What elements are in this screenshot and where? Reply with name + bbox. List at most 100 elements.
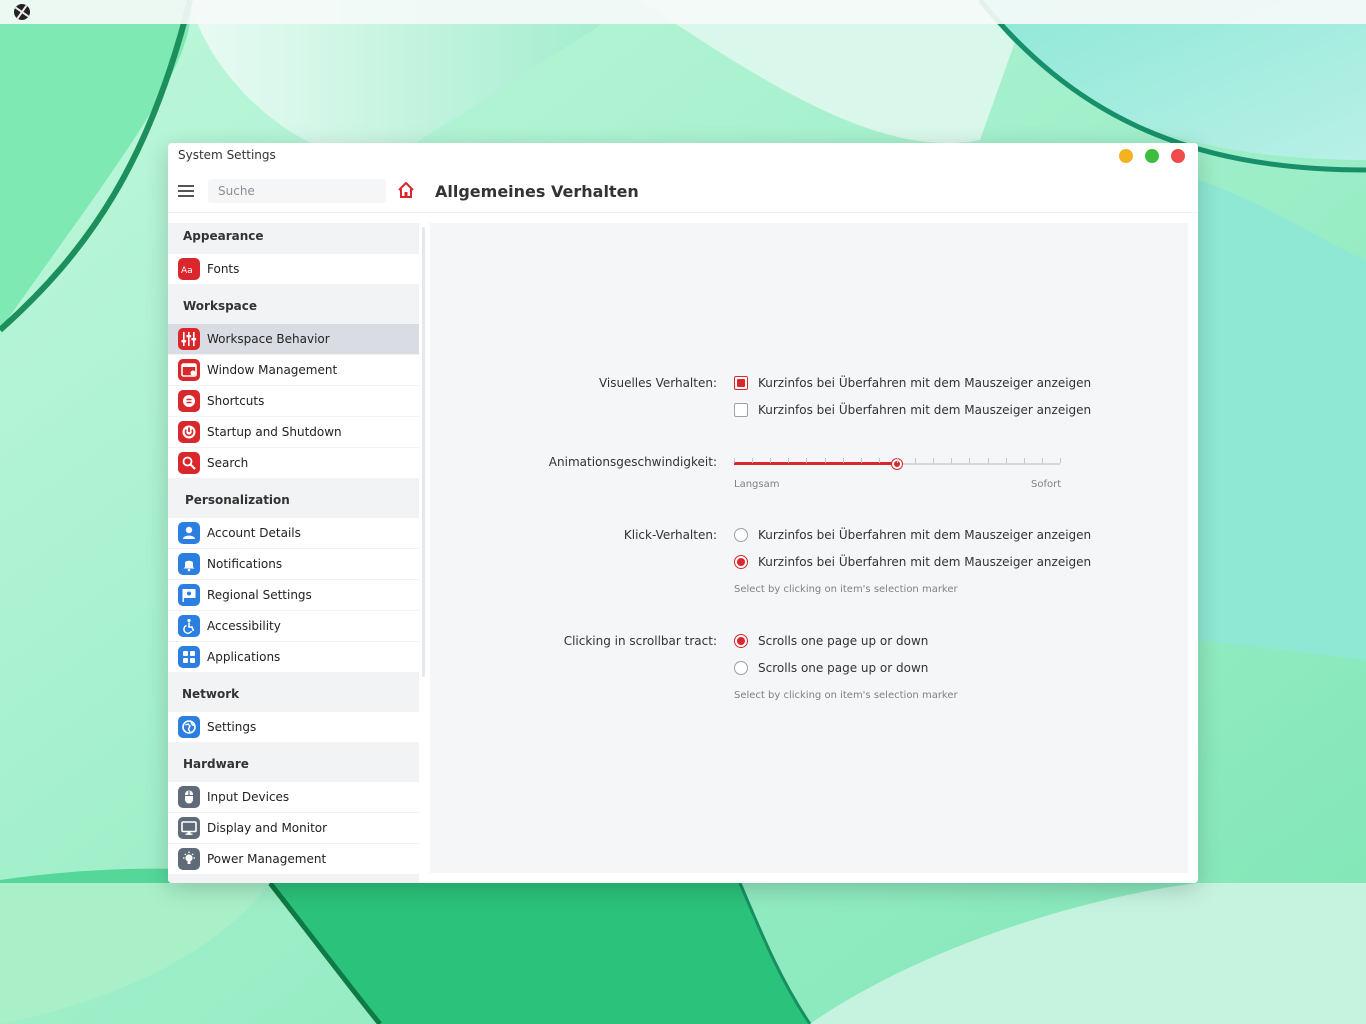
click-option-1[interactable]: Kurzinfos bei Überfahren mit dem Mauszei…	[734, 526, 1091, 544]
slider-tick	[969, 458, 970, 463]
animation-speed-slider[interactable]	[734, 455, 1061, 473]
search-input[interactable]	[208, 179, 386, 203]
scrollbar-option-2[interactable]: Scrolls one page up or down	[734, 659, 934, 677]
sidebar-item-fonts[interactable]: Aa Fonts	[168, 254, 419, 284]
visual-checkbox-2[interactable]	[734, 403, 748, 417]
section-header-personalization: Personalization	[185, 493, 290, 507]
slider-tick	[915, 458, 916, 463]
slider-tick	[1042, 458, 1043, 463]
slider-tick	[843, 458, 844, 463]
home-icon[interactable]	[397, 181, 415, 199]
click-option-2[interactable]: Kurzinfos bei Überfahren mit dem Mauszei…	[734, 553, 1091, 571]
minimize-button[interactable]	[1119, 149, 1133, 163]
flag-icon	[178, 584, 200, 606]
title-bar[interactable]: System Settings	[168, 143, 1198, 169]
sidebar-item-label: Shortcuts	[207, 394, 265, 408]
sidebar-item-window-management[interactable]: Window Management	[168, 355, 419, 385]
slider-max-label: Sofort	[1031, 479, 1062, 490]
sidebar-item-label: Window Management	[207, 363, 338, 377]
sidebar-item-regional-settings[interactable]: Regional Settings	[168, 580, 419, 610]
slider-tick	[806, 458, 807, 463]
slider-tick	[825, 458, 826, 463]
scrollbar-radio-1[interactable]	[734, 634, 748, 648]
slider-tick	[770, 458, 771, 463]
sidebar-item-label: Input Devices	[207, 790, 290, 804]
sidebar-item-label: Settings	[207, 720, 257, 734]
click-radio-2[interactable]	[734, 555, 748, 569]
slider-tick	[788, 458, 789, 463]
accessibility-icon	[178, 615, 200, 637]
power-icon	[178, 421, 200, 443]
toolbar: Allgemeines Verhalten	[168, 169, 1198, 213]
fonts-icon: Aa	[178, 258, 200, 280]
click-hint: Select by clicking on item's selection m…	[734, 584, 958, 595]
visual-option-2[interactable]: Kurzinfos bei Überfahren mit dem Mauszei…	[734, 401, 1091, 419]
svg-text:Aa: Aa	[181, 266, 193, 276]
sliders-icon	[178, 328, 200, 350]
slider-tick	[988, 458, 989, 463]
sidebar-item-label: Applications	[207, 650, 281, 664]
mouse-icon	[178, 786, 200, 808]
section-header-network: Network	[182, 687, 240, 701]
visual-checkbox-1[interactable]	[734, 376, 748, 390]
sidebar-item-workspace-behavior[interactable]: Workspace Behavior	[168, 324, 419, 354]
window-icon	[178, 359, 200, 381]
slider-tick	[1024, 458, 1025, 463]
sidebar-item-account-details[interactable]: Account Details	[168, 518, 419, 548]
sidebar: Appearance Aa Fonts Workspace Workspace …	[168, 223, 419, 883]
settings-content: Visuelles Verhalten: Kurzinfos bei Überf…	[430, 223, 1188, 873]
slider-tick	[879, 458, 880, 463]
scrollbar-radio-2[interactable]	[734, 661, 748, 675]
sidebar-item-notifications[interactable]: Notifications	[168, 549, 419, 579]
top-panel	[0, 0, 1366, 24]
sidebar-item-search[interactable]: Search	[168, 448, 419, 478]
settings-window: System Settings Allgemeines Verhalten Ap…	[168, 143, 1198, 883]
section-header-hardware: Hardware	[183, 757, 249, 771]
scrollbar-option-1-text: Scrolls one page up or down	[758, 634, 929, 648]
click-option-1-text: Kurzinfos bei Überfahren mit dem Mauszei…	[758, 528, 1092, 542]
sidebar-item-accessibility[interactable]: Accessibility	[168, 611, 419, 641]
bell-icon	[178, 553, 200, 575]
sidebar-item-display-monitor[interactable]: Display and Monitor	[168, 813, 419, 843]
sidebar-item-network-settings[interactable]: Settings	[168, 712, 419, 742]
hamburger-menu-icon[interactable]	[178, 185, 194, 197]
section-header-workspace: Workspace	[183, 299, 258, 313]
window-title: System Settings	[178, 148, 276, 162]
monitor-icon	[178, 817, 200, 839]
slider-tick	[951, 458, 952, 463]
sidebar-item-label: Search	[207, 456, 249, 470]
scrollbar-option-1[interactable]: Scrolls one page up or down	[734, 632, 934, 650]
visual-option-1-text: Kurzinfos bei Überfahren mit dem Mauszei…	[758, 376, 1092, 390]
system-menu-icon[interactable]	[14, 4, 30, 20]
sidebar-item-label: Accessibility	[207, 619, 281, 633]
sidebar-scrollbar[interactable]	[422, 227, 425, 677]
sidebar-item-input-devices[interactable]: Input Devices	[168, 782, 419, 812]
page-title: Allgemeines Verhalten	[435, 182, 639, 201]
slider-tick	[734, 458, 735, 463]
visual-option-1[interactable]: Kurzinfos bei Überfahren mit dem Mauszei…	[734, 374, 1091, 392]
visual-behavior-label: Visuelles Verhalten:	[598, 376, 717, 390]
shortcuts-icon	[178, 390, 200, 412]
slider-tick	[1006, 458, 1007, 463]
sidebar-item-label: Fonts	[207, 262, 240, 276]
sidebar-item-power-management[interactable]: Power Management	[168, 844, 419, 874]
section-header-appearance: Appearance	[183, 229, 264, 243]
sidebar-item-label: Display and Monitor	[207, 821, 328, 835]
click-behavior-label: Klick-Verhalten:	[623, 528, 717, 542]
sidebar-item-startup-shutdown[interactable]: Startup and Shutdown	[168, 417, 419, 447]
maximize-button[interactable]	[1145, 149, 1159, 163]
sidebar-item-label: Startup and Shutdown	[207, 425, 342, 439]
slider-tick	[861, 458, 862, 463]
click-radio-1[interactable]	[734, 528, 748, 542]
sidebar-item-label: Workspace Behavior	[207, 332, 330, 346]
sidebar-item-shortcuts[interactable]: Shortcuts	[168, 386, 419, 416]
sidebar-item-label: Power Management	[207, 852, 327, 866]
click-option-2-text: Kurzinfos bei Überfahren mit dem Mauszei…	[758, 555, 1092, 569]
close-button[interactable]	[1171, 149, 1185, 163]
sidebar-item-label: Notifications	[207, 557, 283, 571]
scrollbar-option-2-text: Scrolls one page up or down	[758, 661, 929, 675]
sidebar-item-label: Account Details	[207, 526, 301, 540]
apps-grid-icon	[178, 646, 200, 668]
sidebar-item-applications[interactable]: Applications	[168, 642, 419, 672]
slider-tick	[933, 458, 934, 463]
